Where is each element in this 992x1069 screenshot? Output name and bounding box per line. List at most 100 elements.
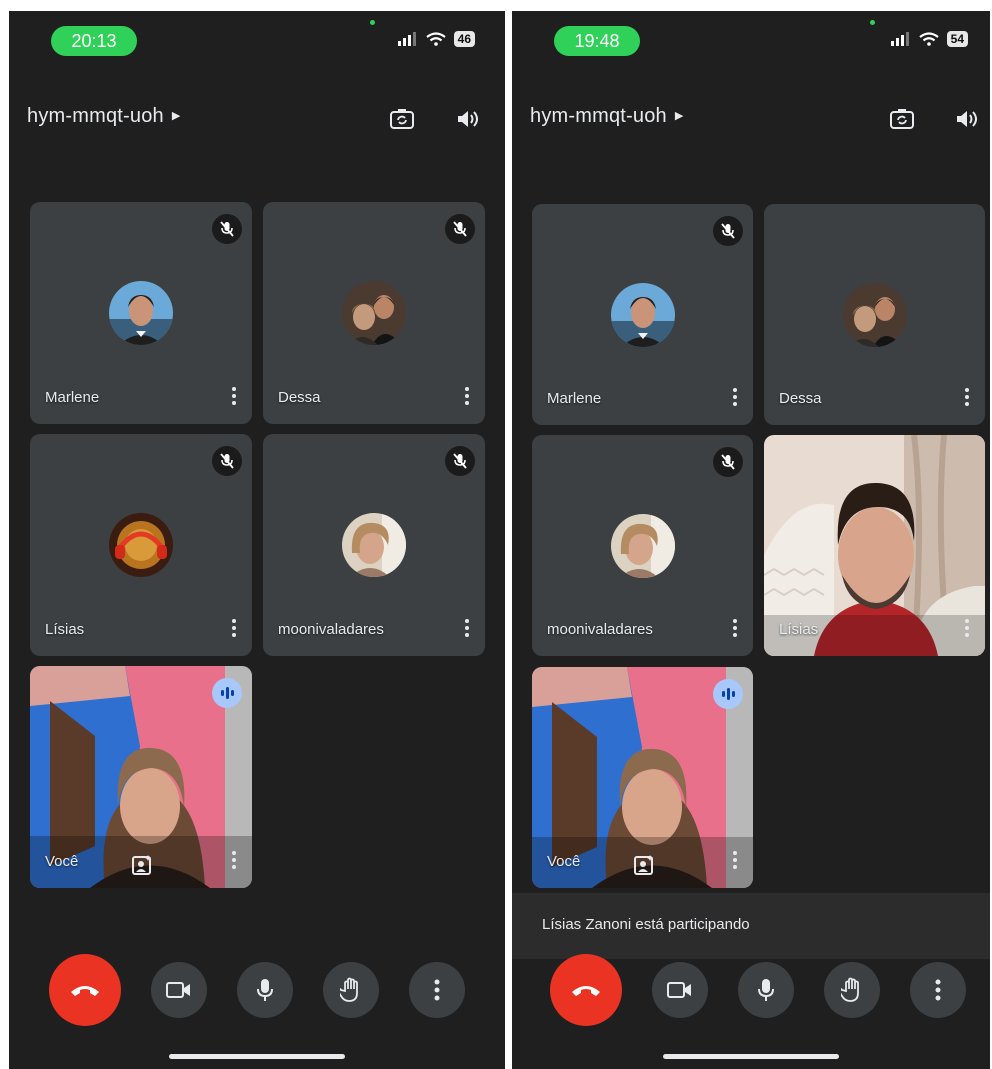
more-vert-icon[interactable] <box>727 846 743 874</box>
more-options-button[interactable] <box>910 962 966 1018</box>
phone-screen-left: 20:13 46 hym-mmqt-uoh ▶ Marlene Dessa Lí… <box>9 11 505 1069</box>
speaker-icon <box>458 111 478 127</box>
participant-tile[interactable]: Lísias <box>30 434 252 656</box>
mic-off-icon <box>713 447 743 477</box>
more-options-icon <box>434 979 440 1001</box>
more-vert-icon[interactable] <box>226 382 242 410</box>
mic-off-icon <box>445 446 475 476</box>
camera-switch-button[interactable] <box>386 103 418 135</box>
signal-icon <box>890 32 909 46</box>
participant-name: Você <box>547 853 581 870</box>
raise-hand-icon <box>841 977 859 1002</box>
end-call-icon <box>71 986 99 996</box>
meeting-code-label: hym-mmqt-uoh <box>27 105 164 127</box>
end-call-button[interactable] <box>550 954 622 1026</box>
more-vert-icon[interactable] <box>959 383 975 411</box>
speaker-button[interactable] <box>451 103 483 135</box>
more-options-button[interactable] <box>409 962 465 1018</box>
phone-screen-right: 19:48 54 hym-mmqt-uoh ▶ Marlene Dessa mo… <box>512 11 990 1069</box>
participant-tile[interactable]: moonivaladares <box>263 434 485 656</box>
raise-hand-icon <box>340 977 358 1002</box>
participant-name: Lísias <box>45 621 85 638</box>
raise-hand-button[interactable] <box>824 962 880 1018</box>
camera-switch-icon <box>390 109 414 129</box>
participant-joined-toast: Lísias Zanoni está participando <box>512 893 990 959</box>
more-vert-icon[interactable] <box>226 614 242 642</box>
participant-name: Dessa <box>779 390 822 407</box>
participant-name: moonivaladares <box>547 621 653 638</box>
meeting-header: hym-mmqt-uoh ▶ <box>512 99 990 139</box>
avatar <box>342 513 406 577</box>
wifi-icon <box>425 32 446 46</box>
camera-icon <box>667 982 691 998</box>
signal-icon <box>397 32 416 46</box>
participant-tile[interactable]: Dessa <box>764 204 985 425</box>
caret-right-icon: ▶ <box>171 110 181 122</box>
battery-icon: 46 <box>453 31 475 47</box>
more-vert-icon[interactable] <box>459 614 475 642</box>
participant-tile[interactable]: Marlene <box>532 204 753 425</box>
participant-name: moonivaladares <box>278 621 384 638</box>
participant-video-tile[interactable]: Lísias <box>764 435 985 656</box>
participant-name: Marlene <box>45 389 100 406</box>
wifi-icon <box>918 32 939 46</box>
mic-off-icon <box>445 214 475 244</box>
avatar <box>109 513 173 577</box>
home-indicator <box>663 1054 839 1059</box>
more-vert-icon[interactable] <box>226 846 242 874</box>
avatar <box>843 283 907 347</box>
effects-icon[interactable] <box>131 854 153 876</box>
meeting-code-label: hym-mmqt-uoh <box>530 105 667 127</box>
more-vert-icon[interactable] <box>959 614 975 642</box>
caret-right-icon: ▶ <box>674 110 684 122</box>
more-vert-icon[interactable] <box>727 614 743 642</box>
participant-name: Lísias <box>779 621 819 638</box>
participant-tile[interactable]: Dessa <box>263 202 485 424</box>
camera-in-use-dot <box>870 20 875 25</box>
microphone-button[interactable] <box>237 962 293 1018</box>
avatar <box>611 283 675 347</box>
microphone-button[interactable] <box>738 962 794 1018</box>
camera-switch-button[interactable] <box>886 103 918 135</box>
speaker-button[interactable] <box>950 103 982 135</box>
self-video-tile[interactable]: Você <box>30 666 252 888</box>
effects-icon[interactable] <box>633 854 655 876</box>
mic-off-icon <box>212 214 242 244</box>
participant-name: Você <box>45 853 79 870</box>
camera-switch-icon <box>890 109 914 129</box>
avatar <box>109 281 173 345</box>
mic-icon <box>257 979 273 1001</box>
status-bar: 19:48 54 <box>512 11 990 71</box>
meeting-code[interactable]: hym-mmqt-uoh ▶ <box>27 105 181 128</box>
status-time: 19:48 <box>554 26 640 56</box>
mic-icon <box>758 979 774 1001</box>
more-vert-icon[interactable] <box>727 383 743 411</box>
camera-button[interactable] <box>151 962 207 1018</box>
more-vert-icon[interactable] <box>459 382 475 410</box>
camera-button[interactable] <box>652 962 708 1018</box>
status-time: 20:13 <box>51 26 137 56</box>
mic-off-icon <box>713 216 743 246</box>
speaker-icon <box>957 111 977 127</box>
home-indicator <box>169 1054 345 1059</box>
participant-tile[interactable]: moonivaladares <box>532 435 753 656</box>
meeting-code[interactable]: hym-mmqt-uoh ▶ <box>530 105 684 128</box>
participant-name: Marlene <box>547 390 602 407</box>
call-controls <box>9 954 505 1026</box>
avatar <box>342 281 406 345</box>
status-bar: 20:13 46 <box>9 11 505 71</box>
more-options-icon <box>935 979 941 1001</box>
avatar <box>611 514 675 578</box>
camera-in-use-dot <box>370 20 375 25</box>
self-video-tile[interactable]: Você <box>532 667 753 888</box>
participant-tile[interactable]: Marlene <box>30 202 252 424</box>
raise-hand-button[interactable] <box>323 962 379 1018</box>
mic-off-icon <box>212 446 242 476</box>
end-call-icon <box>572 986 600 996</box>
speaking-indicator-icon <box>212 678 242 708</box>
end-call-button[interactable] <box>49 954 121 1026</box>
call-controls <box>512 954 990 1026</box>
participant-name: Dessa <box>278 389 321 406</box>
battery-icon: 54 <box>946 31 968 47</box>
camera-icon <box>166 982 190 998</box>
